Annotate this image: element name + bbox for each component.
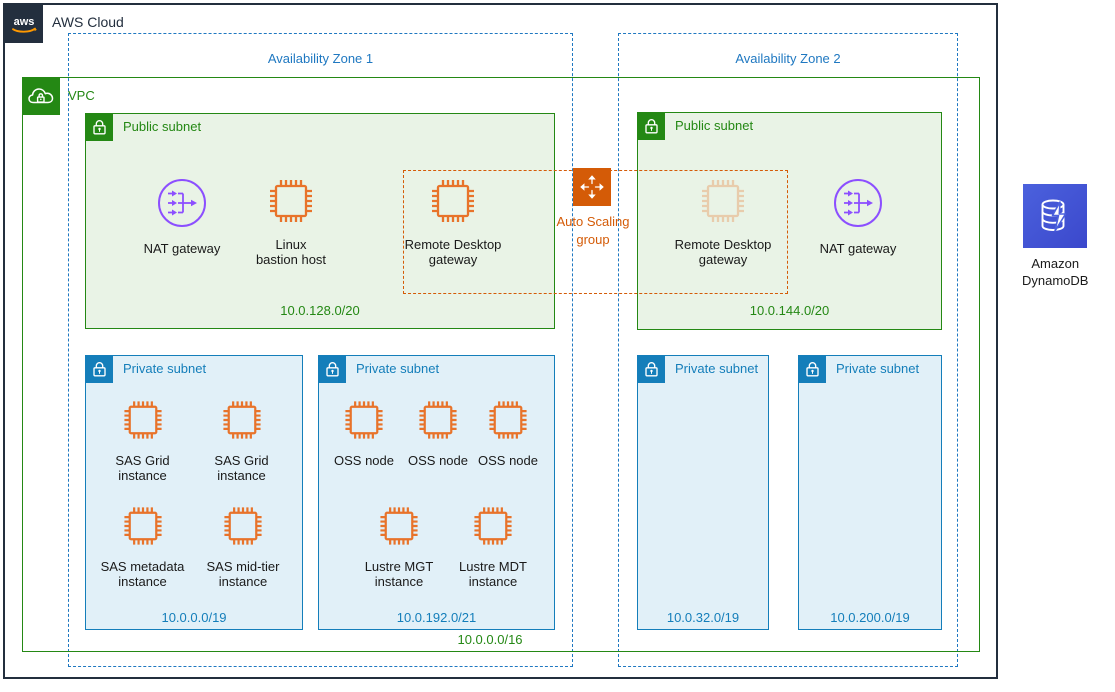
- node-label: SAS mid-tier instance: [206, 559, 280, 589]
- vpc-label: VPC: [68, 88, 95, 103]
- subnet-az1-private-2-title: Private subnet: [356, 361, 440, 376]
- subnet-az2-private-1: Private subnet 10.0.32.0/19: [637, 355, 769, 630]
- az-gutter-spacer: [574, 78, 617, 651]
- subnet-az1-private-1-cidr: 10.0.0.0/19: [161, 610, 227, 625]
- node-linux-bastion-host[interactable]: Linux bastion host: [216, 175, 366, 267]
- node-sas-metadata-instance[interactable]: SAS metadata instance: [86, 503, 199, 589]
- subnet-az2-public-cidr: 10.0.144.0/20: [749, 303, 830, 318]
- subnet-lock-icon: [637, 112, 665, 140]
- node-label: SAS Grid instance: [214, 453, 269, 483]
- subnet-az1-private-2-cidr: 10.0.192.0/21: [396, 610, 477, 625]
- service-amazon-dynamodb-label: Amazon DynamoDB: [1022, 256, 1089, 288]
- node-lustre-mdt-instance[interactable]: Lustre MDT instance: [438, 503, 548, 589]
- ec2-instance-icon: [466, 397, 550, 448]
- node-sas-grid-instance-2[interactable]: SAS Grid instance: [189, 397, 294, 483]
- node-label: SAS metadata instance: [100, 559, 185, 589]
- node-label: Lustre MDT instance: [459, 559, 527, 589]
- node-label: OSS node: [478, 453, 538, 468]
- ec2-instance-icon: [86, 503, 199, 554]
- node-sas-grid-instance-1[interactable]: SAS Grid instance: [90, 397, 195, 483]
- availability-zone-1-title: Availability Zone 1: [267, 51, 374, 66]
- subnet-lock-icon: [85, 355, 113, 383]
- vpc-cidr-label: 10.0.0.0/16: [457, 632, 523, 647]
- subnet-az2-private-1-cidr: 10.0.32.0/19: [666, 610, 740, 625]
- node-label: SAS Grid instance: [115, 453, 170, 483]
- subnet-az1-private-2: Private subnet OSS node OSS node OSS nod…: [318, 355, 555, 630]
- architecture-diagram: aws AWS Cloud Availability Zone 1 Availa…: [0, 0, 1115, 692]
- subnet-lock-icon: [798, 355, 826, 383]
- ec2-instance-icon: [438, 503, 548, 554]
- aws-cloud-label: AWS Cloud: [52, 14, 124, 30]
- subnet-az1-public-title: Public subnet: [123, 119, 202, 134]
- amazon-dynamodb-icon: [1023, 184, 1088, 248]
- subnet-az2-private-2: Private subnet 10.0.200.0/19: [798, 355, 942, 630]
- ec2-instance-icon: [189, 397, 294, 448]
- subnet-az2-public-title: Public subnet: [675, 118, 754, 133]
- ec2-instance-icon: [90, 397, 195, 448]
- subnet-az2-private-2-cidr: 10.0.200.0/19: [830, 610, 910, 625]
- node-oss-node-3[interactable]: OSS node: [466, 397, 550, 468]
- subnet-az1-public-cidr: 10.0.128.0/20: [280, 303, 360, 318]
- nat-gateway-icon: [783, 175, 933, 236]
- ec2-instance-icon: [189, 503, 297, 554]
- availability-zone-2-title: Availability Zone 2: [735, 51, 841, 66]
- subnet-lock-icon: [637, 355, 665, 383]
- node-oss-node-1[interactable]: OSS node: [322, 397, 406, 468]
- auto-scaling-group-label: Auto Scaling group: [556, 214, 630, 247]
- subnet-lock-icon: [85, 113, 113, 141]
- auto-scaling-group-icon: [573, 168, 611, 206]
- ec2-instance-icon: [322, 397, 406, 448]
- subnet-az1-private-1: Private subnet SAS Grid instance SAS Gri…: [85, 355, 303, 630]
- node-label: OSS node: [334, 453, 394, 468]
- subnet-az2-private-1-title: Private subnet: [675, 361, 759, 376]
- vpc-cloud-lock-icon: [22, 77, 60, 115]
- subnet-az2-private-1-box: [637, 355, 769, 630]
- aws-logo-icon: aws: [5, 5, 43, 43]
- node-sas-mid-tier-instance[interactable]: SAS mid-tier instance: [189, 503, 297, 589]
- node-nat-gateway-az2[interactable]: NAT gateway: [783, 175, 933, 256]
- node-label: NAT gateway: [819, 241, 897, 256]
- subnet-az2-private-2-title: Private subnet: [836, 361, 920, 376]
- subnet-az2-private-2-box: [798, 355, 942, 630]
- service-amazon-dynamodb[interactable]: Amazon DynamoDB: [1022, 184, 1088, 289]
- ec2-instance-icon: [216, 175, 366, 232]
- svg-text:aws: aws: [14, 16, 35, 28]
- node-label: Linux bastion host: [255, 237, 327, 267]
- subnet-lock-icon: [318, 355, 346, 383]
- subnet-az1-private-1-title: Private subnet: [123, 361, 207, 376]
